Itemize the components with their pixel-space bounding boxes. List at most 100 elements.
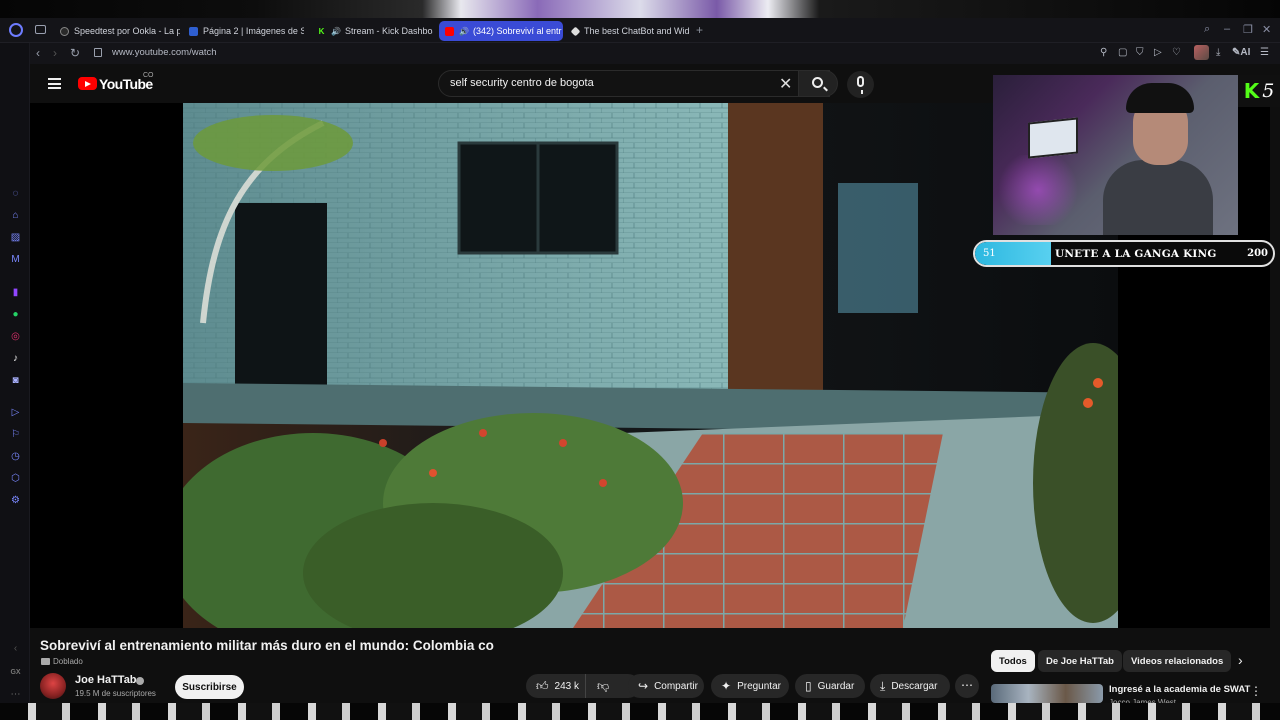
pin-icon[interactable]: ⚲ — [1100, 47, 1107, 58]
voice-search-button[interactable] — [847, 71, 874, 98]
kick-number: 5 — [1262, 80, 1275, 102]
sidebar-collapse-icon[interactable]: ‹ — [10, 643, 21, 654]
thumbs-down-icon: 👎︎ — [597, 678, 610, 693]
sidebar-twitch-icon[interactable]: ▮ — [10, 287, 21, 298]
chip-relacionados[interactable]: Videos relacionados — [1123, 650, 1232, 672]
lock-icon[interactable] — [94, 48, 102, 57]
youtube-header: YouTube CO ✕ — [30, 64, 993, 104]
tab-overview-icon[interactable] — [35, 25, 46, 34]
follower-goal-bar: 51 UNETE A LA GANGA KING 200 — [973, 240, 1275, 267]
microphone-icon — [857, 76, 864, 94]
sidebar-player-icon[interactable]: ▷ — [10, 407, 21, 418]
snapshot-icon[interactable]: ▢ — [1118, 47, 1127, 58]
search-tabs-icon[interactable]: ⌕ — [1204, 23, 1210, 36]
sidebar-settings-icon[interactable]: ⚙ — [10, 495, 21, 506]
chip-todos[interactable]: Todos — [991, 650, 1035, 672]
search-box[interactable]: ✕ — [438, 70, 830, 97]
chevron-right-icon[interactable]: › — [1238, 652, 1243, 668]
tab-youtube-active[interactable]: 🔊 (342) Sobreviví al entr — [439, 21, 563, 41]
stream-background-strip-bottom — [0, 703, 1280, 720]
shield-icon[interactable]: ⛉ — [1136, 47, 1144, 58]
sidebar-instagram-icon[interactable]: ◎ — [10, 331, 21, 342]
sidebar-workspace-icon[interactable]: ⌂ — [10, 210, 21, 221]
rgb-glow — [993, 155, 1083, 225]
ai-button[interactable]: ✎AI — [1232, 47, 1250, 58]
sidebar-pinboard-icon[interactable]: ⚐ — [10, 429, 21, 440]
sidebar-more-icon[interactable]: ⋯ — [10, 689, 21, 700]
dubbed-badge: Doblado — [41, 657, 83, 666]
opera-logo-icon[interactable] — [9, 23, 23, 37]
dislike-button[interactable]: 👎︎ — [591, 674, 631, 698]
tab-label: Stream - Kick Dashboa — [344, 26, 433, 36]
sidebar-extensions-icon[interactable]: ⬡ — [10, 473, 21, 484]
guide-menu-icon[interactable] — [48, 78, 61, 89]
search-icon — [812, 77, 823, 88]
browser-sidebar: ◌ ⌂ ▨ M ▮ ● ◎ ♪ ◙ ▷ ⚐ ◷ ⬡ ⚙ ‹ GX ⋯ — [0, 43, 30, 703]
thumbs-up-icon: 👍︎ — [536, 678, 549, 693]
forward-icon[interactable]: › — [53, 46, 57, 60]
sidebar-history-icon[interactable]: ◷ — [10, 451, 21, 462]
video-info-section: Sobreviví al entrenamiento militar más d… — [30, 628, 1280, 707]
tab-imagenes[interactable]: Página 2 | Imágenes de St — [183, 21, 304, 41]
url-field[interactable]: www.youtube.com/watch — [112, 47, 217, 58]
youtube-logo-icon[interactable] — [78, 77, 97, 90]
related-video-thumbnail[interactable] — [991, 684, 1103, 703]
chatbot-icon — [570, 26, 581, 36]
related-video-title[interactable]: Ingresé a la academia de SWAT — [1109, 684, 1250, 695]
video-frame-image — [183, 103, 1118, 628]
tab-kick-dashboard[interactable]: K 🔊 Stream - Kick Dashboa — [311, 21, 433, 41]
speaker-icon: 🔊 — [459, 26, 469, 36]
reload-icon[interactable]: ↻ — [70, 46, 80, 60]
channel-name[interactable]: Joe HaTTab — [75, 674, 137, 686]
play-icon[interactable]: ▷ — [1154, 47, 1162, 58]
youtube-icon — [445, 26, 454, 36]
download-icon: ⤓ — [880, 678, 886, 693]
subscribe-button[interactable]: Suscribirse — [175, 675, 244, 699]
close-window-icon[interactable]: ✕ — [1262, 23, 1271, 36]
heart-icon[interactable]: ♡ — [1172, 47, 1181, 58]
sidebar-discord-icon[interactable]: ◙ — [10, 375, 21, 386]
sidebar-crypto-wallet-icon[interactable]: ▨ — [10, 232, 21, 243]
streamer-body — [1103, 160, 1213, 235]
menu-icon[interactable]: ☰ — [1260, 47, 1269, 58]
profile-avatar[interactable] — [1194, 45, 1209, 60]
ask-button[interactable]: ✦ Preguntar — [711, 674, 789, 698]
share-button[interactable]: ↪ Compartir — [628, 674, 704, 698]
sidebar-tiktok-icon[interactable]: ♪ — [10, 353, 21, 364]
tab-chatbot[interactable]: The best ChatBot and Wid — [566, 21, 690, 41]
clear-search-icon[interactable]: ✕ — [779, 74, 792, 94]
maximize-icon[interactable]: ❐ — [1243, 23, 1253, 36]
download-label: Descargar — [891, 680, 938, 692]
video-player[interactable] — [183, 103, 1118, 628]
channel-avatar[interactable] — [40, 673, 66, 699]
sparkle-icon: ✦ — [721, 679, 732, 693]
sidebar-messenger-icon[interactable]: M — [10, 254, 21, 265]
search-input[interactable] — [450, 77, 770, 89]
kick-logo-icon: K — [1243, 79, 1260, 103]
like-dislike-group: 👍︎ 243 k 👎︎ — [526, 674, 640, 698]
tab-label: (342) Sobreviví al entr — [472, 26, 562, 36]
like-button[interactable]: 👍︎ 243 k — [526, 674, 586, 698]
address-bar: ‹ › ↻ www.youtube.com/watch ⚲ ▢ ⛉ ▷ ♡ ⤓ … — [30, 43, 1280, 64]
related-more-icon[interactable]: ⋮ — [1250, 684, 1262, 698]
goal-target: 200 — [1247, 248, 1268, 259]
download-button[interactable]: ⤓ Descargar — [870, 674, 950, 698]
new-tab-plus-icon[interactable]: + — [696, 23, 703, 37]
kick-badge: K 5 — [1238, 75, 1280, 107]
streamer-cap — [1126, 83, 1194, 113]
chip-de-canal[interactable]: De Joe HaTTab — [1038, 650, 1122, 672]
back-icon[interactable]: ‹ — [36, 46, 40, 60]
more-horizontal-icon: ⋯ — [961, 678, 973, 692]
tab-speedtest[interactable]: Speedtest por Ookla - La p — [54, 21, 180, 41]
search-button[interactable] — [798, 70, 838, 97]
save-button[interactable]: ▯ Guardar — [795, 674, 865, 698]
sidebar-whatsapp-icon[interactable]: ● — [10, 309, 21, 320]
tab-label: Speedtest por Ookla - La p — [74, 26, 180, 36]
minimize-icon[interactable]: – — [1224, 23, 1230, 35]
download-icon[interactable]: ⤓ — [1216, 47, 1220, 58]
more-actions-button[interactable]: ⋯ — [955, 674, 979, 698]
sidebar-gx-icon[interactable]: GX — [10, 667, 21, 678]
webcam-overlay — [993, 75, 1238, 235]
sidebar-ai-icon[interactable]: ◌ — [10, 188, 21, 199]
stream-background-strip — [0, 0, 1280, 18]
